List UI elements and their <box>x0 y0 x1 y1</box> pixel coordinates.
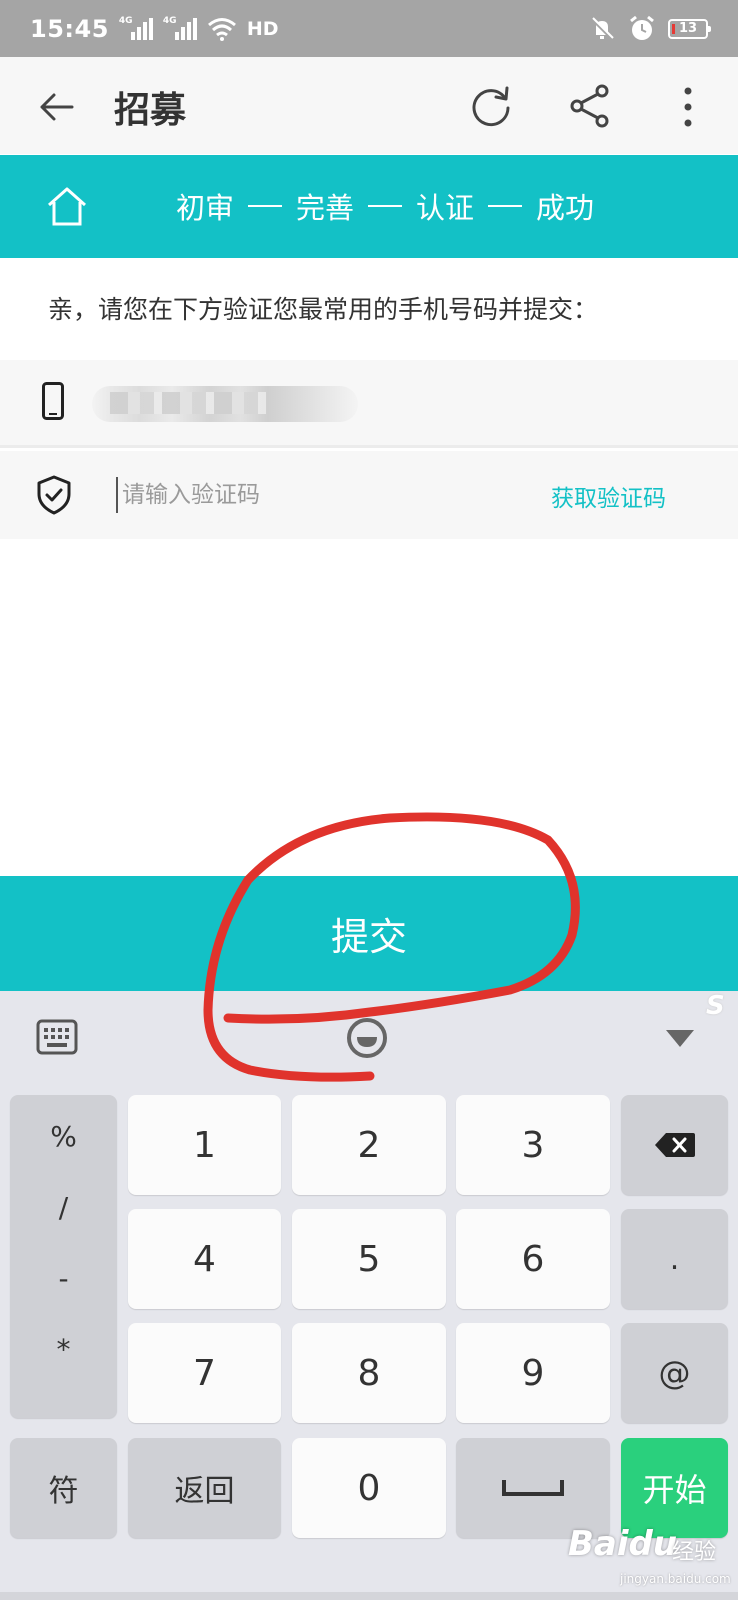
step-separator <box>368 205 403 207</box>
key-6[interactable]: 6 <box>456 1209 610 1309</box>
key-8[interactable]: 8 <box>292 1323 446 1423</box>
screen: 15:45 4G 4G HD 13 招募 初审 完善 认证 成功 亲，请您在下方… <box>0 0 738 1600</box>
status-bar: 15:45 4G 4G HD 13 <box>0 0 738 57</box>
key-asterisk[interactable]: * <box>57 1326 71 1397</box>
share-icon[interactable] <box>568 83 612 129</box>
watermark-url: jingyan.baidu.com <box>620 1572 731 1586</box>
shield-check-icon <box>37 475 71 515</box>
key-5[interactable]: 5 <box>292 1209 446 1309</box>
bottom-edge <box>0 1592 738 1600</box>
app-header: 招募 <box>0 57 738 154</box>
wifi-icon <box>207 17 236 41</box>
key-1[interactable]: 1 <box>128 1095 281 1195</box>
page-title: 招募 <box>114 90 187 131</box>
get-code-link[interactable]: 获取验证码 <box>551 479 666 513</box>
step-separator <box>248 205 283 207</box>
step-success: 成功 <box>536 191 595 225</box>
keyboard-toolbar: S <box>0 991 738 1079</box>
key-symbols-fu[interactable]: 符 <box>10 1438 117 1538</box>
back-arrow-icon[interactable] <box>36 87 76 127</box>
mute-vibrate-icon <box>590 16 614 40</box>
status-time: 15:45 <box>30 14 109 43</box>
phone-row <box>0 360 738 448</box>
status-bar-left: 15:45 4G 4G HD <box>30 15 279 43</box>
key-9[interactable]: 9 <box>456 1323 610 1423</box>
steps-row: 初审 完善 认证 成功 <box>176 185 594 227</box>
step-review: 初审 <box>176 191 235 225</box>
keyboard-brand-mark: S <box>706 991 725 1021</box>
key-7[interactable]: 7 <box>128 1323 281 1423</box>
step-separator <box>488 205 523 207</box>
alarm-icon <box>630 15 654 40</box>
key-3[interactable]: 3 <box>456 1095 610 1195</box>
key-dot[interactable]: . <box>621 1209 728 1309</box>
refresh-icon[interactable] <box>469 84 513 128</box>
home-icon[interactable] <box>46 185 88 227</box>
status-bar-right: 13 <box>588 15 711 43</box>
more-vertical-icon[interactable] <box>678 85 698 129</box>
battery-level: 13 <box>678 21 698 36</box>
key-2[interactable]: 2 <box>292 1095 446 1195</box>
verification-code-row: 获取验证码 <box>0 451 738 539</box>
key-0[interactable]: 0 <box>292 1438 446 1538</box>
key-slash[interactable]: / <box>59 1184 68 1255</box>
watermark-text: 经验 <box>672 1540 717 1565</box>
key-percent[interactable]: % <box>50 1113 77 1184</box>
keyboard-icon[interactable] <box>36 1019 78 1055</box>
space-icon <box>502 1480 564 1496</box>
battery-icon: 13 <box>668 18 711 39</box>
key-minus[interactable]: - <box>58 1255 68 1326</box>
phone-number-value <box>92 386 358 422</box>
cellular-signal-icon-2: 4G <box>162 15 197 40</box>
mobile-phone-icon <box>42 382 64 420</box>
step-verify: 认证 <box>416 191 475 225</box>
backspace-icon <box>654 1133 695 1157</box>
hd-indicator: HD <box>246 17 279 40</box>
cellular-signal-icon: 4G <box>118 15 153 40</box>
progress-steps: 初审 完善 认证 成功 <box>0 155 738 258</box>
signal-network-tag: 4G <box>118 15 133 26</box>
back-key[interactable]: 返回 <box>128 1438 281 1538</box>
key-at[interactable]: @ <box>621 1323 728 1423</box>
hide-keyboard-icon[interactable] <box>664 1027 696 1049</box>
submit-button[interactable]: 提交 <box>0 876 738 991</box>
key-4[interactable]: 4 <box>128 1209 281 1309</box>
symbol-key-column[interactable]: % / - * <box>10 1095 117 1418</box>
baidu-watermark: Baidu 经验 jingyan.baidu.com <box>568 1506 738 1600</box>
instruction-text: 亲，请您在下方验证您最常用的手机号码并提交： <box>48 295 599 324</box>
verification-code-input[interactable] <box>116 477 416 513</box>
step-complete-info: 完善 <box>296 191 355 225</box>
backspace-key[interactable] <box>621 1095 728 1195</box>
watermark-brand: Baidu <box>568 1524 678 1564</box>
signal-network-tag-2: 4G <box>162 15 177 26</box>
input-method-logo-icon[interactable] <box>346 1017 388 1059</box>
